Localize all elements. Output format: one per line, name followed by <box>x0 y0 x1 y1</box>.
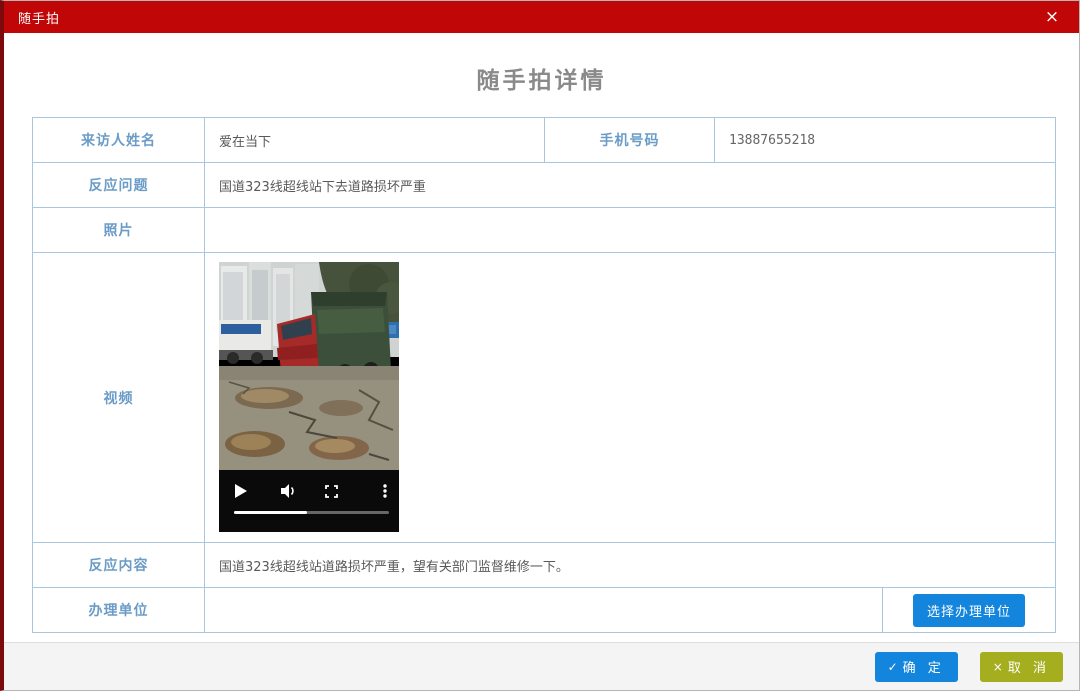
content-label: 反应内容 <box>33 543 205 587</box>
photo-value <box>205 208 1055 252</box>
cancel-button-label: 取 消 <box>1008 657 1050 676</box>
check-icon: ✓ <box>888 660 898 674</box>
visitor-name-label: 来访人姓名 <box>33 118 205 162</box>
video-label: 视频 <box>33 253 205 542</box>
play-icon[interactable] <box>235 484 247 498</box>
issue-value: 国道323线超线站下去道路损坏严重 <box>205 163 1055 207</box>
table-row-unit: 办理单位 选择办理单位 <box>33 588 1055 633</box>
video-player[interactable] <box>219 262 399 532</box>
unit-label: 办理单位 <box>33 588 205 632</box>
dialog-footer: ✓ 确 定 × 取 消 <box>4 642 1079 690</box>
detail-table: 来访人姓名 爱在当下 手机号码 13887655218 反应问题 国道323线超… <box>32 117 1056 633</box>
page-title: 随手拍详情 <box>4 61 1079 95</box>
photo-label: 照片 <box>33 208 205 252</box>
unit-value <box>205 588 883 632</box>
cancel-button[interactable]: × 取 消 <box>980 652 1063 682</box>
phone-value: 13887655218 <box>715 118 1055 162</box>
confirm-button[interactable]: ✓ 确 定 <box>875 652 958 682</box>
dialog-titlebar: 随手拍 × <box>4 1 1079 33</box>
close-icon[interactable]: × <box>1041 6 1063 28</box>
table-row-content: 反应内容 国道323线超线站道路损坏严重，望有关部门监督维修一下。 <box>33 543 1055 588</box>
video-controls <box>219 470 399 532</box>
x-icon: × <box>993 660 1003 674</box>
select-unit-button[interactable]: 选择办理单位 <box>913 594 1025 627</box>
phone-label: 手机号码 <box>545 118 715 162</box>
dialog-content: 随手拍详情 来访人姓名 爱在当下 手机号码 13887655218 反应问题 国… <box>4 33 1079 642</box>
more-options-icon[interactable] <box>383 484 387 498</box>
volume-icon[interactable] <box>281 484 297 498</box>
issue-label: 反应问题 <box>33 163 205 207</box>
video-progress-bar[interactable] <box>234 511 389 514</box>
confirm-button-label: 确 定 <box>903 657 945 676</box>
table-row-photo: 照片 <box>33 208 1055 253</box>
content-value: 国道323线超线站道路损坏严重，望有关部门监督维修一下。 <box>205 543 1055 587</box>
fullscreen-icon[interactable] <box>325 485 338 498</box>
quick-snap-dialog: 随手拍 × 随手拍详情 来访人姓名 爱在当下 手机号码 13887655218 … <box>0 0 1080 691</box>
table-row-issue: 反应问题 国道323线超线站下去道路损坏严重 <box>33 163 1055 208</box>
video-cell <box>205 253 1055 542</box>
visitor-name-value: 爱在当下 <box>205 118 545 162</box>
table-row-video: 视频 <box>33 253 1055 543</box>
table-row-visitor: 来访人姓名 爱在当下 手机号码 13887655218 <box>33 118 1055 163</box>
video-poster-image <box>219 262 399 470</box>
unit-button-cell: 选择办理单位 <box>883 588 1055 632</box>
video-progress-played <box>234 511 307 514</box>
video-buttons-row <box>219 480 399 502</box>
dialog-title: 随手拍 <box>18 8 1041 27</box>
